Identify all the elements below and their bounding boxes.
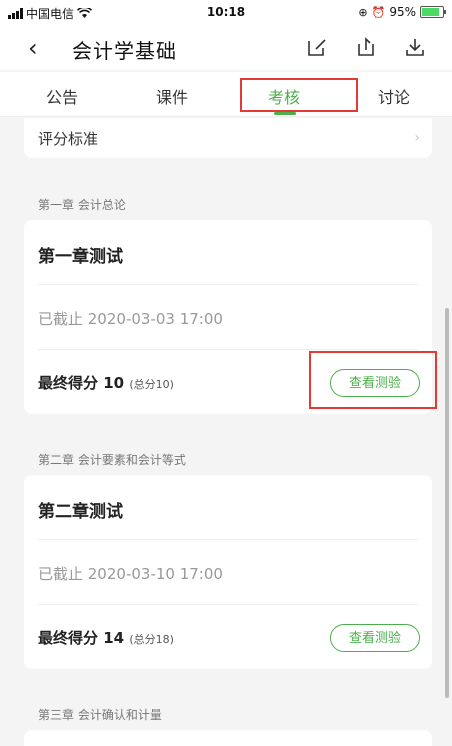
divider [38,349,418,350]
page-title: 会计学基础 [72,39,177,63]
highlight-box-tab [240,78,358,112]
section-label-chapter-1: 第一章 会计总论 [38,198,126,212]
battery-icon [420,6,446,18]
active-tab-indicator [274,112,296,115]
battery-percent: 95% [389,5,416,19]
status-right: ⊕ ⏰ 95% [358,5,446,19]
tab-bar: 公告 课件 考核 讨论 [0,72,452,117]
quiz-deadline: 已截止 2020-03-03 17:00 [38,310,223,328]
divider [38,284,418,285]
score-total: (总分18) [129,633,174,646]
chevron-right-icon: › [414,130,420,146]
quiz-card-chapter-3 [24,730,432,746]
app-header: ‹ 会计学基础 [0,26,452,70]
score-total: (总分10) [129,378,174,391]
quiz-title: 第二章测试 [38,502,123,522]
alarm-icon: ⏰ [371,5,386,19]
tab-courseware[interactable]: 课件 [156,84,188,108]
highlight-box-button [309,351,437,409]
score-label: 最终得分 [38,629,99,647]
location-icon: ⊕ [358,5,368,19]
section-label-chapter-2: 第二章 会计要素和会计等式 [38,453,186,467]
divider [38,539,418,540]
grading-criteria-label: 评分标准 [38,130,99,148]
quiz-deadline: 已截止 2020-03-10 17:00 [38,565,223,583]
score-value: 10 [103,374,125,392]
status-bar: 中国电信 10:18 ⊕ ⏰ 95% [0,0,452,26]
divider [38,604,418,605]
score-label: 最终得分 [38,374,99,392]
download-icon[interactable] [404,36,426,58]
grading-criteria-row[interactable]: 评分标准 › [24,118,432,158]
view-quiz-button[interactable]: 查看测验 [330,624,420,652]
share-icon[interactable] [356,36,378,58]
score-value: 14 [103,629,125,647]
scrollbar[interactable] [445,308,449,698]
tab-announcements[interactable]: 公告 [46,84,78,108]
section-label-chapter-3: 第三章 会计确认和计量 [38,708,162,722]
tab-discussion[interactable]: 讨论 [378,84,410,108]
quiz-title: 第一章测试 [38,247,123,267]
back-icon[interactable]: ‹ [28,34,38,62]
quiz-card-chapter-2: 第二章测试 已截止 2020-03-10 17:00 最终得分 14 (总分18… [24,475,432,669]
edit-icon[interactable] [306,36,328,58]
